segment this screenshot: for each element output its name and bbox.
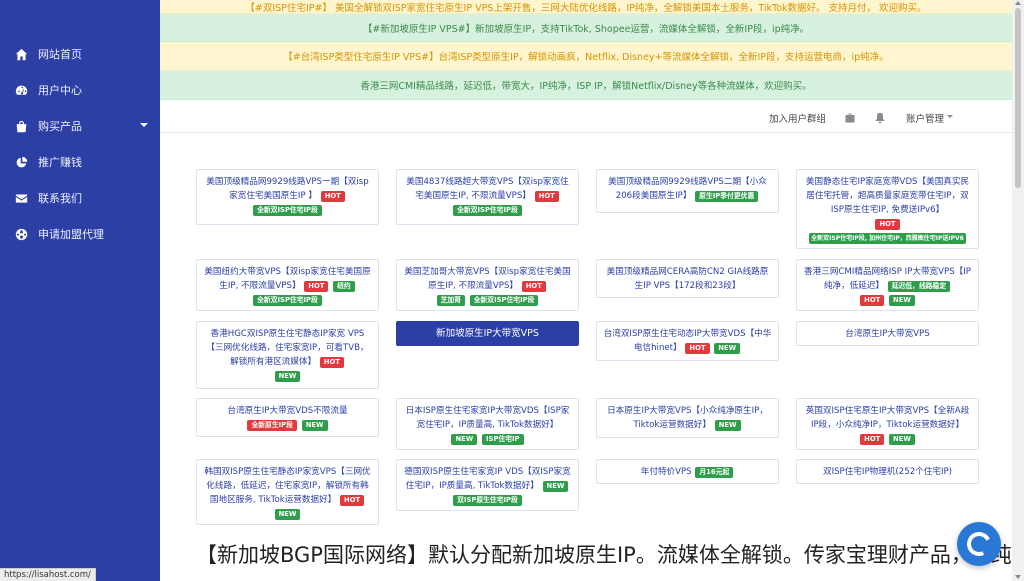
scroll-down-icon[interactable] bbox=[1015, 575, 1021, 579]
sidebar-item-referral[interactable]: 推广赚钱 bbox=[0, 144, 160, 180]
product-card[interactable]: 美国芝加哥大带宽VPS【双isp家宽住宅美国原生IP, 不限流量VPS】 HOT… bbox=[396, 259, 579, 311]
tag-badge: 全新原生IP段 bbox=[247, 420, 297, 431]
chat-widget-button[interactable] bbox=[957, 522, 1001, 566]
chevron-down-icon bbox=[947, 115, 953, 118]
shopping-bag-icon bbox=[14, 119, 28, 133]
hot-badge: HOT bbox=[521, 281, 546, 292]
product-card[interactable]: 韩国双ISP原生住宅静态IP家宽VPS【三网优化线路，低延迟，住宅家宽IP，解锁… bbox=[196, 459, 379, 525]
hot-badge: HOT bbox=[304, 281, 329, 292]
top-bar: 加入用户群组 账户管理 bbox=[160, 100, 1012, 133]
product-card[interactable]: 香港HGC双ISP原生住宅静态IP家宽 VPS【三网优化线路，住宅家宽IP，可看… bbox=[196, 321, 379, 389]
sidebar-item-contact[interactable]: 联系我们 bbox=[0, 180, 160, 216]
scroll-up-icon[interactable] bbox=[1015, 1, 1021, 5]
new-badge: NEW bbox=[301, 420, 328, 431]
new-badge: NEW bbox=[542, 481, 569, 492]
join-group-link[interactable]: 加入用户群组 bbox=[769, 111, 826, 125]
product-description: 【新加坡BGP国际网络】默认分配新加坡原生IP。流媒体全解锁。传家宝理财产品，I… bbox=[196, 543, 1012, 567]
product-card[interactable]: 英国双ISP住宅原生IP大带宽VPS【全新A段IP段，小众纯净IP，Tiktok… bbox=[796, 398, 979, 450]
product-card[interactable]: 美国顶级精品网9929线路VPS一期【双isp家宽住宅美国原生IP 】 HOT … bbox=[196, 169, 379, 225]
sidebar-item-label: 联系我们 bbox=[38, 192, 82, 205]
notice-banner: 【#台湾ISP类型住宅原生IP VPS#】台湾ISP类型原生IP，解锁动画疯，N… bbox=[160, 42, 1012, 71]
product-card[interactable]: 台湾双ISP原生住宅动态IP大带宽VDS【中华电信hinet】 HOT NEW bbox=[596, 321, 779, 361]
briefcase-icon[interactable] bbox=[844, 109, 858, 123]
page-scrollbar[interactable] bbox=[1012, 0, 1024, 581]
hot-badge: HOT bbox=[320, 191, 345, 202]
notice-banner: 【#新加坡原生IP VPS#】新加坡原生IP，支持TikTok, Shopee运… bbox=[160, 14, 1012, 42]
sidebar-item-label: 用户中心 bbox=[38, 84, 82, 97]
bell-icon[interactable] bbox=[874, 109, 888, 124]
chat-icon bbox=[963, 528, 995, 560]
globe-icon bbox=[14, 227, 28, 241]
sidebar-item-label: 网站首页 bbox=[38, 48, 82, 61]
tag-badge: 纽约 bbox=[333, 281, 355, 292]
product-card[interactable]: 美国纽约大带宽VPS【双isp家宽住宅美国原生IP, 不限流量VPS】 HOT … bbox=[196, 259, 379, 311]
sidebar-nav: 网站首页 用户中心 购买产品 推广赚钱 联系我们 申请加盟代理 bbox=[0, 36, 160, 252]
sidebar-item-user-center[interactable]: 用户中心 bbox=[0, 72, 160, 108]
product-card[interactable]: 双ISP住宅IP物理机(252个住宅IP) bbox=[796, 459, 979, 484]
product-card-selected[interactable]: 新加坡原生IP大带宽VPS bbox=[396, 321, 579, 346]
product-card[interactable]: 日本ISP原生住宅家宽IP大带宽VDS【ISP家宽住宅IP，IP质量高, Tik… bbox=[396, 398, 579, 450]
sidebar-item-agent[interactable]: 申请加盟代理 bbox=[0, 216, 160, 252]
hot-badge: HOT bbox=[340, 495, 365, 506]
sidebar-item-label: 申请加盟代理 bbox=[38, 228, 104, 241]
home-icon bbox=[14, 47, 28, 61]
hot-badge: HOT bbox=[860, 434, 885, 445]
account-menu[interactable]: 账户管理 bbox=[906, 111, 944, 125]
new-badge: NEW bbox=[714, 420, 741, 431]
tag-badge: 月16元起 bbox=[695, 467, 734, 478]
product-card[interactable]: 台湾原生IP大带宽VPS bbox=[796, 321, 979, 346]
product-card[interactable]: 美国顶级精品网CERA高防CN2 GIA线路原生IP VPS【172段和23段】 bbox=[596, 259, 779, 298]
hot-badge: HOT bbox=[860, 295, 885, 306]
tag-badge: ISP住宅IP bbox=[482, 434, 524, 445]
status-bar-url: https://lisahost.com/ bbox=[0, 568, 96, 581]
sidebar: 网站首页 用户中心 购买产品 推广赚钱 联系我们 申请加盟代理 bbox=[0, 0, 160, 581]
notice-banner: 【#双ISP住宅IP#】 美国全解锁双ISP家宽住宅原生IP VPS上架开售，三… bbox=[160, 0, 1012, 14]
hot-badge: HOT bbox=[534, 191, 559, 202]
product-card[interactable]: 德国双ISP原生住宅家宽IP VDS【双ISP家宽住宅IP，IP质量高, Tik… bbox=[396, 459, 579, 511]
product-card[interactable]: 美国顶级精品网9929线路VPS二期【小众206段美国原生IP】 原生IP季付更… bbox=[596, 169, 779, 213]
new-badge: NEW bbox=[889, 295, 915, 306]
envelope-icon bbox=[14, 191, 28, 205]
sidebar-item-label: 推广赚钱 bbox=[38, 156, 82, 169]
tag-badge: 全新双ISP住宅IP段 bbox=[253, 295, 322, 306]
product-card[interactable]: 台湾原生IP大带宽VDS不限流量 全新原生IP段 NEW bbox=[196, 398, 379, 437]
tag-badge: 全新双ISP住宅IP段 bbox=[469, 295, 539, 306]
chevron-down-icon bbox=[140, 123, 148, 127]
product-card[interactable]: 美国静态住宅IP家庭宽带VDS【美国真实民居住宅托管，超高质量家庭宽带住宅IP，… bbox=[796, 169, 979, 249]
product-card[interactable]: 香港三网CMI精品网络ISP IP大带宽VPS【IP纯净，低延迟】 延迟低，线路… bbox=[796, 259, 979, 311]
tag-badge: 全新双ISP住宅IP段 bbox=[453, 205, 522, 216]
scrollbar-thumb[interactable] bbox=[1015, 8, 1021, 188]
hot-badge: HOT bbox=[319, 357, 344, 368]
product-card[interactable]: 美国4837线路超大带宽VPS【双isp家宽住宅美国原生IP, 不限流量VPS】… bbox=[396, 169, 579, 225]
sidebar-item-home[interactable]: 网站首页 bbox=[0, 36, 160, 72]
new-badge: NEW bbox=[451, 434, 478, 445]
main-content: 【#双ISP住宅IP#】 美国全解锁双ISP家宽住宅原生IP VPS上架开售，三… bbox=[160, 0, 1012, 581]
tag-badge: 全新双ISP住宅IP段 bbox=[253, 205, 322, 216]
product-card[interactable]: 日本原生IP大带宽VPS【小众纯净原生IP，Tiktok运营数据好】 NEW bbox=[596, 398, 779, 438]
tag-badge: 双ISP原生住宅IP段 bbox=[453, 495, 522, 506]
sidebar-item-label: 购买产品 bbox=[38, 120, 82, 133]
tag-badge: 芝加哥 bbox=[436, 295, 465, 306]
new-badge: NEW bbox=[274, 509, 301, 520]
notice-banner: 香港三网CMI精品线路，延迟低，带宽大，IP纯净，ISP IP，解锁Netfli… bbox=[160, 71, 1012, 100]
new-badge: NEW bbox=[714, 343, 741, 354]
sidebar-item-buy-products[interactable]: 购买产品 bbox=[0, 108, 160, 144]
product-card[interactable]: 年付特价VPS 月16元起 bbox=[596, 459, 779, 484]
new-badge: NEW bbox=[889, 434, 915, 445]
pie-chart-icon bbox=[14, 155, 28, 169]
tag-badge: 原生IP季付更优惠 bbox=[695, 191, 759, 202]
tag-badge: 延迟低，线路稳定 bbox=[887, 281, 951, 292]
dashboard-icon bbox=[14, 83, 28, 97]
new-badge: NEW bbox=[274, 371, 301, 382]
tag-badge: 全新双ISP住宅IP段, 加州住宅IP，西雅图住宅IP送IPV6 bbox=[809, 233, 966, 244]
hot-badge: HOT bbox=[685, 343, 710, 354]
hot-badge: HOT bbox=[875, 219, 900, 230]
